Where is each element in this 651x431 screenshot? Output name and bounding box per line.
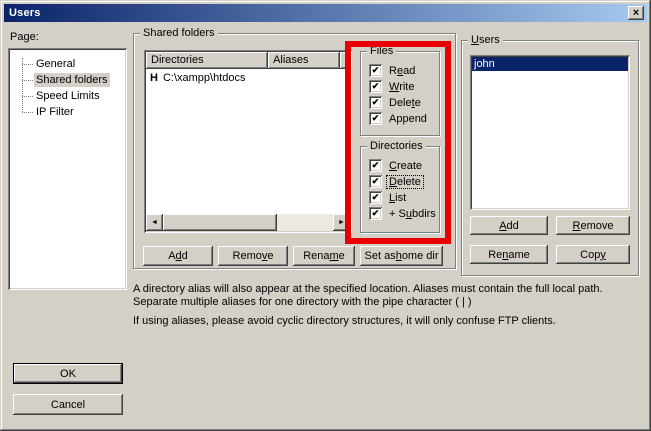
column-header-aliases[interactable]: Aliases [268,52,340,69]
arrow-left-icon: ◄ [151,219,158,226]
user-list-item[interactable]: john [472,57,628,71]
checkbox-append[interactable]: ✔ Append [369,112,429,125]
rename-directory-button[interactable]: Rename [293,246,355,266]
tree-item-general[interactable]: General [34,56,77,72]
check-icon: ✔ [372,177,380,186]
users-dialog: Users × Page: General Shared folders Spe… [0,0,651,431]
scroll-right-button[interactable]: ► [333,214,350,231]
check-icon: ✔ [372,114,380,123]
tree-item-shared-folders[interactable]: Shared folders [34,72,110,88]
checkbox-icon: ✔ [369,64,382,77]
scrollbar-track[interactable] [277,214,333,231]
check-icon: ✔ [372,66,380,75]
directories-group-label: Directories [367,140,426,152]
checkbox-icon: ✔ [369,96,382,109]
directories-listview: Directories Aliases H C:\xampp\htdocs ◄ … [144,50,352,233]
checkbox-delete-files[interactable]: ✔ Delete [369,96,423,109]
column-header-filler [340,52,350,69]
directories-permissions-group: Directories ✔ Create ✔ Delete ✔ List ✔ +… [360,146,440,233]
shared-folders-group-label: Shared folders [140,27,218,39]
checkbox-read[interactable]: ✔ Read [369,64,417,77]
horizontal-scrollbar[interactable]: ◄ ► [146,214,350,231]
users-listbox: john [470,55,630,210]
tree-line [22,64,33,65]
checkbox-subdirs[interactable]: ✔ + Subdirs [369,207,438,220]
checkbox-delete-directories[interactable]: ✔ Delete [369,175,423,188]
check-icon: ✔ [372,193,380,202]
tree-line [22,112,33,113]
check-icon: ✔ [372,209,380,218]
directory-path: C:\xampp\htdocs [163,72,246,84]
add-directory-button[interactable]: Add [143,246,213,266]
checkbox-icon: ✔ [369,207,382,220]
tree-item-speed-limits[interactable]: Speed Limits [34,88,102,104]
page-label: Page: [10,31,39,43]
close-button[interactable]: × [628,6,644,20]
page-tree: General Shared folders Speed Limits IP F… [8,48,127,290]
files-permissions-group: Files ✔ Read ✔ Write ✔ Delete ✔ Append [360,51,440,136]
set-as-home-dir-button[interactable]: Set as home dir [360,246,443,266]
titlebar[interactable]: Users × [4,4,647,22]
tree-line [22,58,23,112]
column-header-directories[interactable]: Directories [146,52,268,69]
users-group-label: Users [468,34,503,46]
listview-header: Directories Aliases [146,52,350,69]
checkbox-icon: ✔ [369,191,382,204]
checkbox-write[interactable]: ✔ Write [369,80,416,93]
check-icon: ✔ [372,82,380,91]
arrow-right-icon: ► [338,219,345,226]
checkbox-list[interactable]: ✔ List [369,191,408,204]
copy-user-button[interactable]: Copy [556,245,630,264]
checkbox-create[interactable]: ✔ Create [369,159,424,172]
ok-button[interactable]: OK [13,363,123,384]
checkbox-icon: ✔ [369,80,382,93]
alias-help-text: A directory alias will also appear at th… [133,283,630,309]
tree-line [22,96,33,97]
tree-line [22,80,33,81]
cyclic-help-text: If using aliases, please avoid cyclic di… [133,315,630,328]
window-title: Users [9,7,41,19]
home-directory-marker: H [146,72,163,84]
remove-user-button[interactable]: Remove [556,216,630,235]
files-group-label: Files [367,45,396,57]
checkbox-icon: ✔ [369,112,382,125]
check-icon: ✔ [372,98,380,107]
rename-user-button[interactable]: Rename [470,245,548,264]
remove-directory-button[interactable]: Remove [218,246,288,266]
checkbox-icon: ✔ [369,159,382,172]
tree-item-ip-filter[interactable]: IP Filter [34,104,76,120]
close-icon: × [633,8,639,19]
scroll-left-button[interactable]: ◄ [146,214,163,231]
check-icon: ✔ [372,161,380,170]
scrollbar-thumb[interactable] [163,214,277,231]
directory-row[interactable]: H C:\xampp\htdocs [146,70,350,85]
cancel-button[interactable]: Cancel [13,394,123,415]
add-user-button[interactable]: Add [470,216,548,235]
checkbox-icon: ✔ [369,175,382,188]
